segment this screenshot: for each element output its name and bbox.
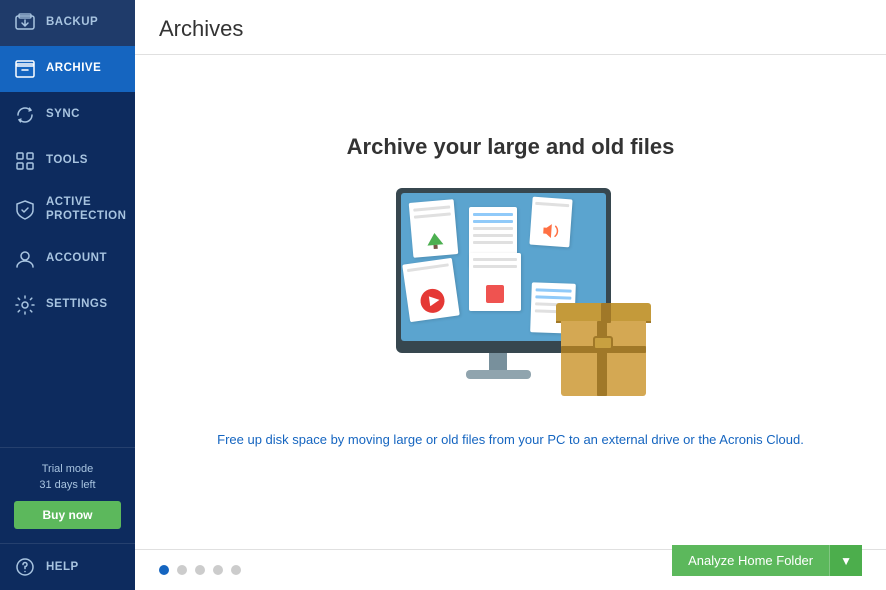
page-header: Archives [135,0,886,55]
sidebar-item-help[interactable]: HELP [0,543,135,590]
sidebar-item-account-label: ACCOUNT [46,252,107,266]
analyze-dropdown-button[interactable]: ▼ [829,545,862,576]
sidebar: BACKUP ARCHIVE SYNC [0,0,135,590]
page-title: Archives [159,16,862,42]
buy-now-button[interactable]: Buy now [14,501,121,529]
analyze-btn-group: Analyze Home Folder ▼ [672,545,862,576]
analyze-home-folder-button[interactable]: Analyze Home Folder [672,545,829,576]
archive-illustration [371,188,651,408]
main-footer: Next › Analyze Home Folder ▼ [135,549,886,590]
sidebar-item-settings-label: SETTINGS [46,298,108,312]
sidebar-item-settings[interactable]: SETTINGS [0,282,135,328]
pagination-dot-2[interactable] [177,565,187,575]
shield-icon [14,199,36,221]
sidebar-bottom: Trial mode 31 days left Buy now [0,447,135,543]
chevron-down-icon: ▼ [840,554,852,568]
pagination-dots [159,565,241,575]
sidebar-item-archive[interactable]: ARCHIVE [0,46,135,92]
sidebar-item-sync[interactable]: SYNC [0,92,135,138]
sidebar-item-sync-label: SYNC [46,108,80,122]
main-content: Archive your large and old files [135,55,886,549]
sidebar-item-account[interactable]: ACCOUNT [0,236,135,282]
settings-icon [14,294,36,316]
pagination-dot-5[interactable] [231,565,241,575]
sidebar-item-archive-label: ARCHIVE [46,62,101,76]
help-icon [14,556,36,578]
account-icon [14,248,36,270]
sidebar-item-tools[interactable]: TOOLS [0,138,135,184]
archive-icon [14,58,36,80]
tools-icon [14,150,36,172]
archive-feature-title: Archive your large and old files [347,134,675,160]
pagination-dot-1[interactable] [159,565,169,575]
pagination-dot-3[interactable] [195,565,205,575]
pagination-dot-4[interactable] [213,565,223,575]
sync-icon [14,104,36,126]
main-area: Archives Archive your large and old file… [135,0,886,590]
sidebar-item-active-protection-label: ACTIVE PROTECTION [46,196,126,224]
sidebar-item-backup[interactable]: BACKUP [0,0,135,46]
archive-description: Free up disk space by moving large or ol… [217,430,804,451]
sidebar-item-backup-label: BACKUP [46,16,98,30]
backup-icon [14,12,36,34]
sidebar-item-active-protection[interactable]: ACTIVE PROTECTION [0,184,135,236]
trial-info: Trial mode 31 days left [14,462,121,493]
help-label: HELP [46,561,79,573]
sidebar-item-tools-label: TOOLS [46,154,88,168]
